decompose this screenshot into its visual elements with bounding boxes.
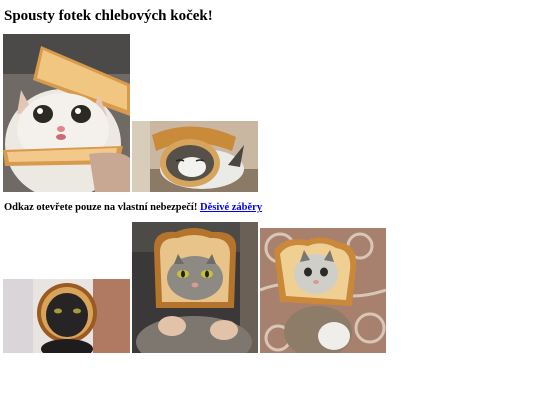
bread-cat-photo-3 [3,279,130,353]
warning-line: Odkaz otevřete pouze na vlastní nebezpeč… [4,201,262,215]
scary-footage-link[interactable]: Děsivé záběry [200,202,262,213]
bread-cat-photo-4 [132,222,258,353]
bread-cat-photo-2 [132,121,258,192]
warning-text: Odkaz otevřete pouze na vlastní nebezpeč… [4,202,198,213]
bread-cat-photo-5 [260,228,386,353]
page-title: Spousty fotek chlebových koček! [4,8,213,24]
bread-cat-photo-1 [3,34,130,192]
